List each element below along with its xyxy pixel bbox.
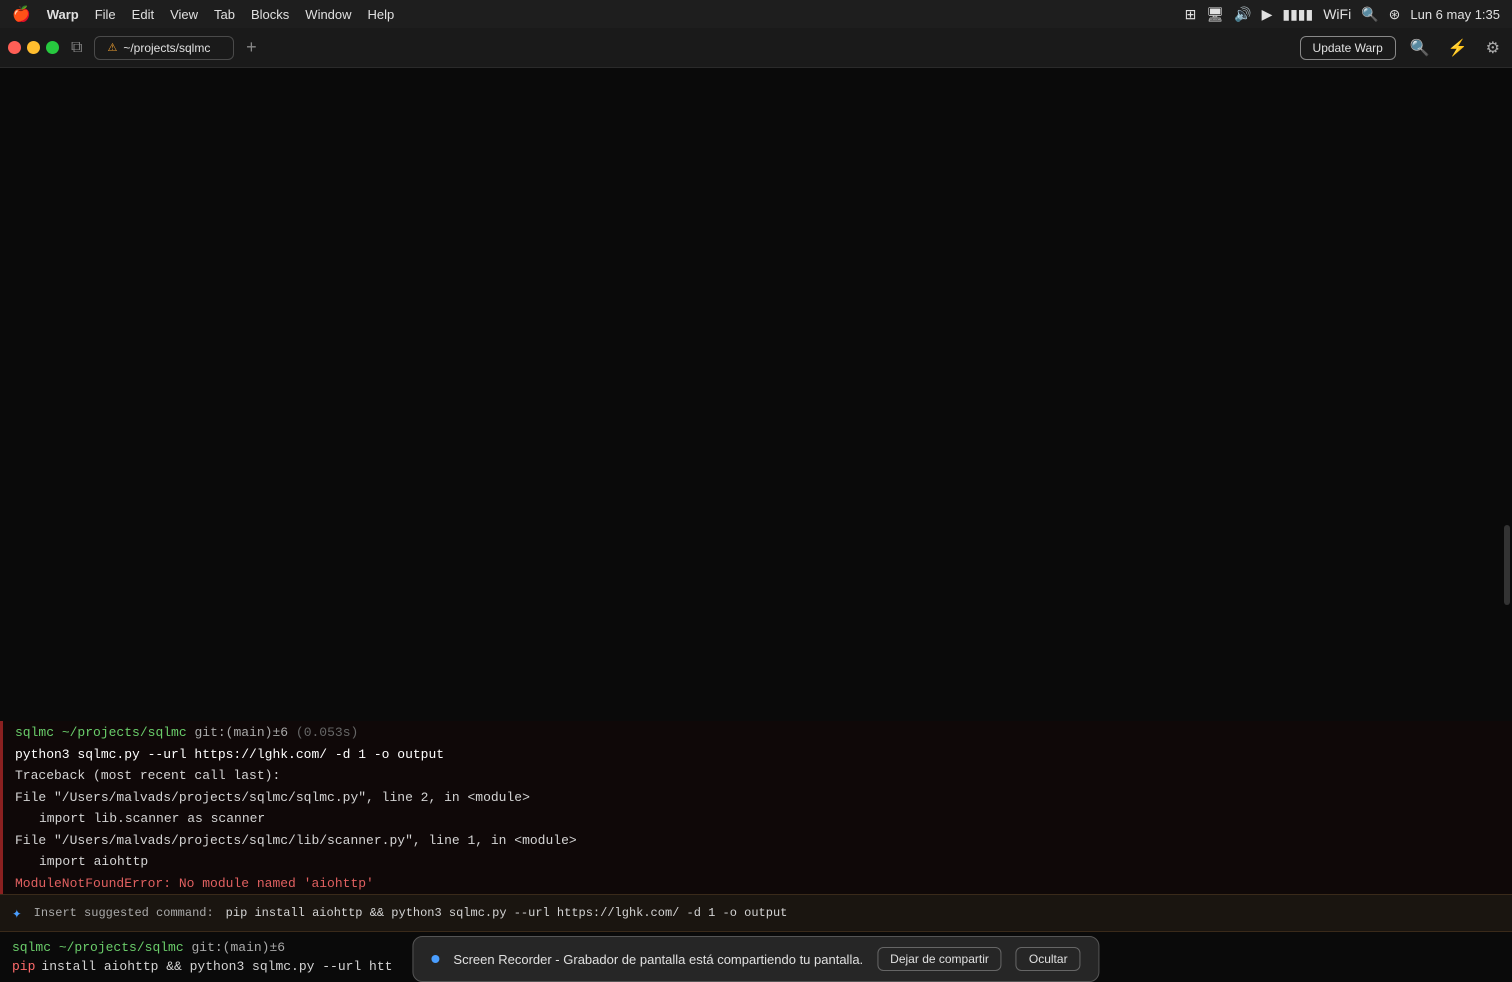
tab-bar-right: Update Warp 🔍 ⚡ ⚙	[1300, 36, 1504, 60]
output-line-6: ModuleNotFoundError: No module named 'ai…	[3, 873, 1512, 895]
tab-warning-icon: ⚠	[107, 41, 117, 54]
prompt-user: sqlmc	[15, 725, 54, 740]
prompt-git: git:(main)±6	[194, 725, 288, 740]
output-line-1: Traceback (most recent call last):	[3, 765, 1512, 787]
command-block: sqlmc ~/projects/sqlmc git:(main)±6 (0.0…	[0, 721, 1512, 894]
executed-command: python3 sqlmc.py --url https://lghk.com/…	[3, 744, 1512, 765]
new-tab-button[interactable]: +	[238, 35, 264, 61]
app-name-menu[interactable]: Warp	[47, 7, 79, 22]
search-icon[interactable]: 🔍	[1406, 36, 1434, 60]
play-icon[interactable]: ▶	[1262, 6, 1273, 23]
prompt-line: sqlmc ~/projects/sqlmc git:(main)±6 (0.0…	[3, 721, 1512, 744]
blocks-menu[interactable]: Blocks	[251, 7, 289, 22]
output-line-3: import lib.scanner as scanner	[3, 808, 1512, 830]
minimize-button[interactable]	[27, 41, 40, 54]
maximize-button[interactable]	[46, 41, 59, 54]
suggestion-icon: ✦	[12, 903, 22, 923]
output-line-2: File "/Users/malvads/projects/sqlmc/sqlm…	[3, 787, 1512, 809]
view-menu[interactable]: View	[170, 7, 198, 22]
tab-groups-icon[interactable]: ⧉	[71, 39, 82, 57]
new-command-text: install aiohttp && python3 sqlmc.py --ur…	[41, 959, 392, 974]
suggestion-label: Insert suggested command:	[34, 906, 214, 920]
tab-menu[interactable]: Tab	[214, 7, 235, 22]
suggestion-bar[interactable]: ✦ Insert suggested command: pip install …	[0, 894, 1512, 932]
record-indicator-icon	[431, 955, 439, 963]
settings-icon[interactable]: ⚙	[1482, 36, 1504, 60]
active-tab[interactable]: ⚠ ~/projects/sqlmc	[94, 36, 234, 60]
menu-bar: 🍎 Warp File Edit View Tab Blocks Window …	[0, 0, 1512, 28]
apple-logo-icon[interactable]: 🍎	[12, 5, 31, 23]
prompt-dir: ~/projects/sqlmc	[62, 725, 187, 740]
terminal-area: sqlmc ~/projects/sqlmc git:(main)±6 (0.0…	[0, 68, 1512, 982]
traffic-lights	[8, 41, 59, 54]
output-line-4: File "/Users/malvads/projects/sqlmc/lib/…	[3, 830, 1512, 852]
file-menu[interactable]: File	[95, 7, 116, 22]
lightning-icon[interactable]: ⚡	[1444, 36, 1472, 60]
close-button[interactable]	[8, 41, 21, 54]
new-prompt-user: sqlmc	[12, 940, 51, 955]
wifi-icon[interactable]: WiFi	[1323, 6, 1351, 22]
display-icon[interactable]: 🖥	[1206, 6, 1224, 23]
new-prompt-git: git:(main)±6	[191, 940, 285, 955]
tab-bar: ⧉ ⚠ ~/projects/sqlmc + Update Warp 🔍 ⚡ ⚙	[0, 28, 1512, 68]
pip-keyword: pip	[12, 959, 35, 974]
tab-title: ~/projects/sqlmc	[123, 41, 210, 55]
output-line-5: import aiohttp	[3, 851, 1512, 873]
scrollbar[interactable]	[1504, 525, 1510, 605]
terminal-empty-space	[0, 68, 1512, 721]
edit-menu[interactable]: Edit	[132, 7, 154, 22]
update-warp-button[interactable]: Update Warp	[1300, 36, 1396, 60]
prompt-timing: (0.053s)	[296, 725, 358, 740]
search-menubar-icon[interactable]: 🔍	[1361, 6, 1378, 23]
hide-button[interactable]: Ocultar	[1016, 947, 1081, 971]
battery-icon[interactable]: ▮▮▮▮	[1282, 6, 1313, 23]
stop-sharing-button[interactable]: Dejar de compartir	[877, 947, 1002, 971]
screen-recorder-text: Screen Recorder - Grabador de pantalla e…	[453, 952, 863, 967]
new-prompt-dir: ~/projects/sqlmc	[59, 940, 184, 955]
screen-recorder-bar: Screen Recorder - Grabador de pantalla e…	[412, 936, 1099, 982]
suggestion-command-text: pip install aiohttp && python3 sqlmc.py …	[226, 906, 788, 920]
datetime-display: Lun 6 may 1:35	[1410, 7, 1500, 22]
sound-icon[interactable]: 🔊	[1234, 6, 1251, 23]
window-menu[interactable]: Window	[305, 7, 351, 22]
help-menu[interactable]: Help	[368, 7, 395, 22]
menu-bar-right: ⊞ 🖥 🔊 ▶ ▮▮▮▮ WiFi 🔍 ⊛ Lun 6 may 1:35	[1185, 6, 1500, 23]
control-center-icon[interactable]: ⊛	[1389, 6, 1401, 23]
menu-bar-left: 🍎 Warp File Edit View Tab Blocks Window …	[12, 5, 394, 23]
mission-control-icon[interactable]: ⊞	[1185, 6, 1197, 23]
